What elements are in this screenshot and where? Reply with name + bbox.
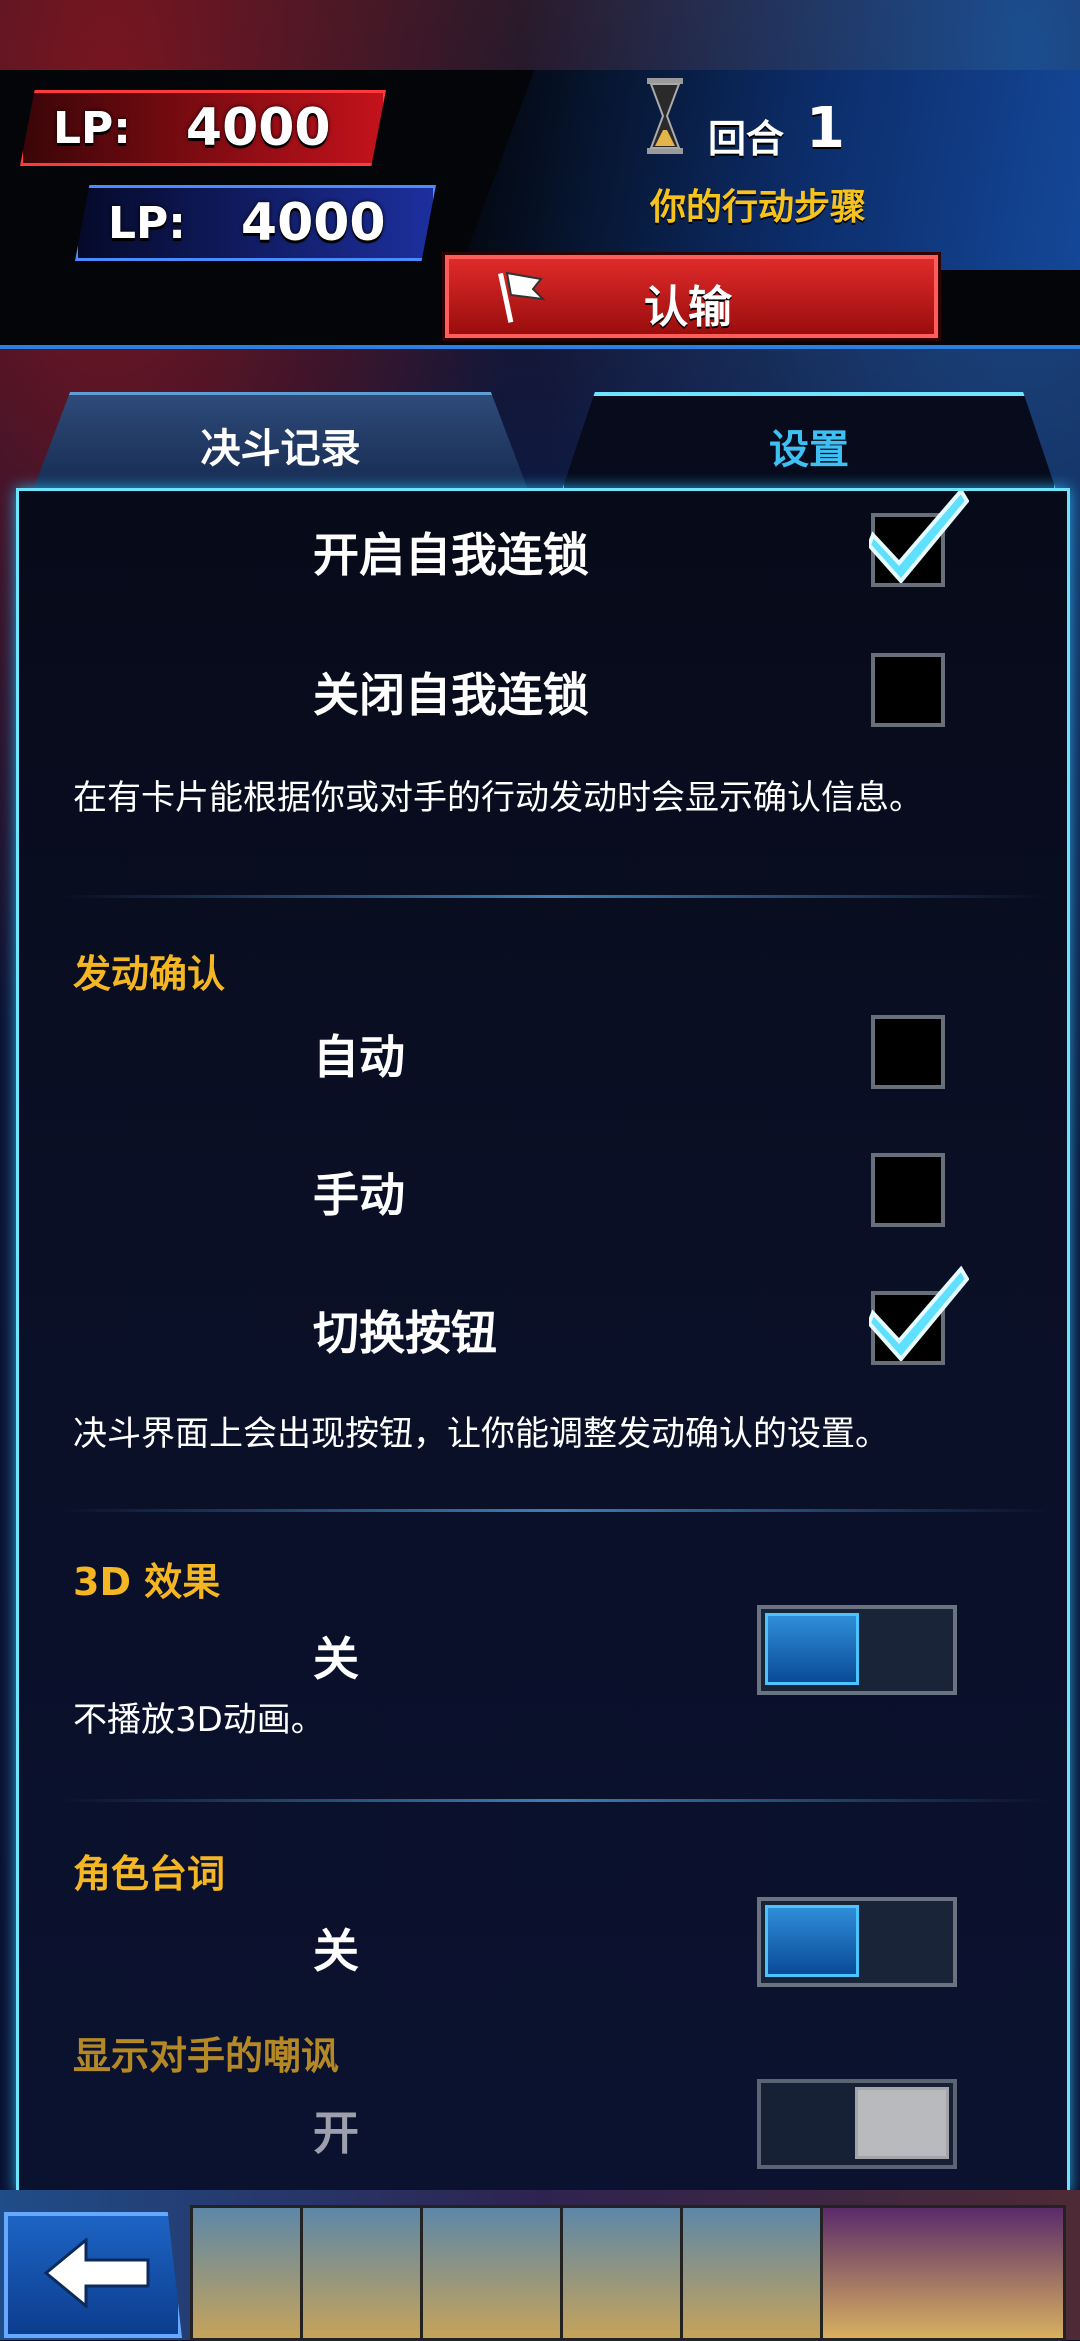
tab-duel-log[interactable]: 决斗记录 (30, 392, 531, 498)
hand-card[interactable] (420, 2205, 576, 2341)
effects-3d-title: 3D 效果 (73, 1560, 221, 1604)
opponent-taunt-title: 显示对手的嘲讽 (73, 2034, 340, 2078)
hud-divider (0, 345, 1080, 349)
activation-confirm-title: 发动确认 (73, 952, 226, 996)
activation-manual-label: 手动 (313, 1168, 405, 1222)
player-lp-label: LP: (53, 102, 131, 154)
character-lines-toggle[interactable] (757, 1897, 957, 1987)
activation-toggle-button-checkbox[interactable] (869, 1265, 969, 1365)
hand-card[interactable] (680, 2205, 836, 2341)
back-arrow-icon (43, 2238, 150, 2308)
activation-confirm-description: 决斗界面上会出现按钮，让你能调整发动确认的设置。 (73, 1414, 889, 1454)
self-chain-on-checkbox[interactable] (869, 491, 969, 587)
surrender-button[interactable]: 认输 (445, 255, 938, 338)
section-divider (59, 895, 1049, 898)
opponent-lp-label: LP: (108, 197, 186, 249)
effects-3d-toggle[interactable] (757, 1605, 957, 1695)
surrender-label: 认输 (644, 282, 732, 333)
flag-icon (498, 271, 546, 323)
player-lp-box: LP: 4000 (20, 90, 386, 166)
phase-text: 你的行动步骤 (650, 187, 867, 228)
toggle-knob (765, 1613, 859, 1685)
tab-settings[interactable]: 设置 (560, 392, 1058, 496)
round-number: 1 (806, 96, 845, 161)
section-divider (59, 1799, 1049, 1802)
opponent-lp-box: LP: 4000 (75, 185, 436, 261)
hud-blue-panel (460, 70, 1080, 270)
settings-panel[interactable]: 开启自我连锁 关闭自我连锁 在有卡片能根据你或对手的行动发动时会显示确认信息。 … (16, 488, 1070, 2194)
activation-auto-label: 自动 (313, 1030, 405, 1084)
tab-settings-label: 设置 (769, 427, 849, 473)
self-chain-description: 在有卡片能根据你或对手的行动发动时会显示确认信息。 (73, 778, 923, 818)
opponent-taunt-toggle[interactable] (757, 2079, 957, 2169)
self-chain-off-checkbox[interactable] (871, 653, 945, 727)
section-divider (59, 1509, 1049, 1512)
toggle-knob (765, 1905, 859, 1977)
effects-3d-description: 不播放3D动画。 (73, 1700, 325, 1740)
opponent-taunt-state-label: 开 (313, 2106, 359, 2160)
activation-toggle-button-label: 切换按钮 (313, 1306, 497, 1360)
effects-3d-state-label: 关 (313, 1632, 359, 1686)
hourglass-icon (647, 78, 683, 154)
activation-manual-checkbox[interactable] (871, 1153, 945, 1227)
self-chain-off-label: 关闭自我连锁 (313, 668, 589, 722)
toggle-knob (855, 2087, 949, 2159)
self-chain-on-label: 开启自我连锁 (313, 528, 589, 582)
check-icon (869, 491, 969, 583)
opponent-lp-value: 4000 (240, 193, 386, 253)
character-lines-title: 角色台词 (73, 1852, 226, 1896)
back-button[interactable] (4, 2212, 182, 2338)
character-lines-state-label: 关 (313, 1924, 359, 1978)
round-label: 回合 (708, 117, 785, 161)
check-icon (869, 1265, 969, 1361)
activation-auto-checkbox[interactable] (871, 1015, 945, 1089)
player-lp-value: 4000 (185, 98, 331, 158)
character-portrait (820, 2205, 1066, 2341)
tab-duel-log-label: 决斗记录 (200, 426, 361, 472)
